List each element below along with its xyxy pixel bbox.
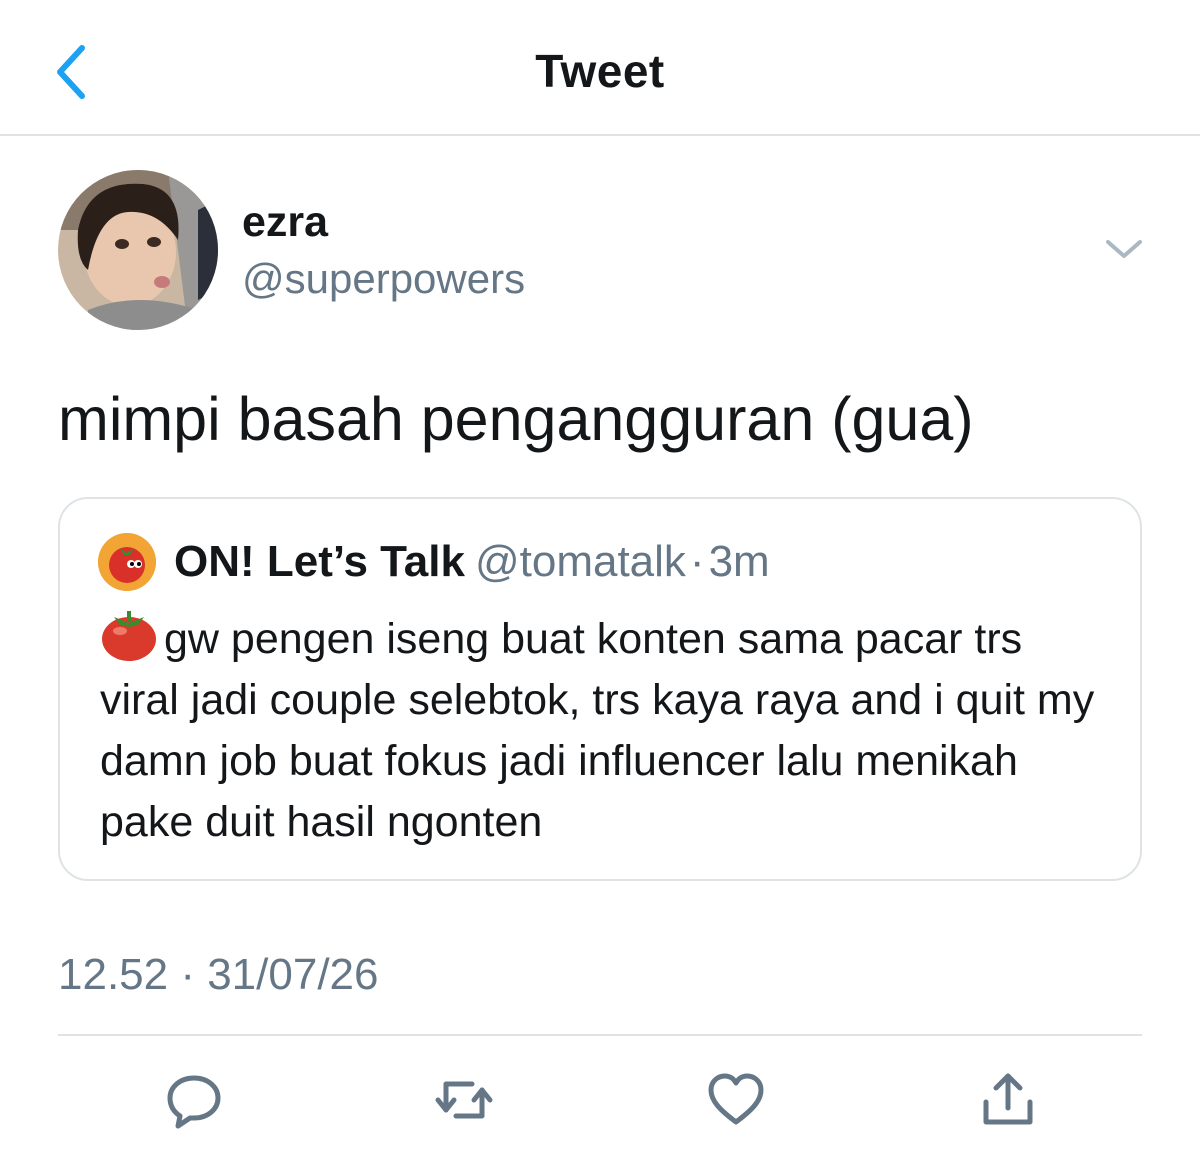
divider — [58, 1034, 1142, 1036]
quoted-header: ON! Let’s Talk @tomatalk·3m — [174, 537, 770, 587]
reply-icon — [167, 1075, 221, 1129]
author-avatar[interactable] — [58, 170, 218, 330]
share-button[interactable] — [978, 1070, 1038, 1130]
heart-icon — [708, 1073, 764, 1125]
author-name[interactable]: ezra — [242, 198, 328, 247]
tomato-avatar-icon — [98, 533, 156, 591]
quoted-text: gw pengen iseng buat konten sama pacar t… — [100, 615, 1095, 846]
page-title: Tweet — [535, 45, 665, 97]
quoted-time: 3m — [708, 537, 770, 586]
quoted-text-container: gw pengen iseng buat konten sama pacar t… — [100, 609, 1110, 853]
tweet-timestamp: 12.52 · 31/07/26 — [58, 950, 379, 999]
tomato-emoji-icon — [100, 611, 158, 661]
tweet-menu-button[interactable] — [1100, 232, 1148, 268]
quoted-tweet[interactable]: ON! Let’s Talk @tomatalk·3m gw pengen ise… — [58, 497, 1142, 881]
profile-photo — [58, 170, 218, 330]
quoted-author-handle: @tomatalk — [474, 537, 686, 586]
share-icon — [983, 1073, 1033, 1125]
reply-button[interactable] — [164, 1070, 224, 1130]
retweet-icon — [435, 1081, 493, 1119]
navigation-bar: Tweet — [0, 0, 1200, 136]
quoted-author-name: ON! Let’s Talk — [174, 537, 465, 586]
like-button[interactable] — [706, 1070, 766, 1130]
retweet-button[interactable] — [434, 1070, 494, 1130]
tweet-text: mimpi basah pengangguran (gua) — [58, 385, 974, 453]
quoted-author-avatar — [98, 533, 156, 591]
chevron-down-icon — [1106, 240, 1142, 258]
author-handle[interactable]: @superpowers — [242, 255, 525, 303]
quoted-separator: · — [689, 537, 705, 586]
